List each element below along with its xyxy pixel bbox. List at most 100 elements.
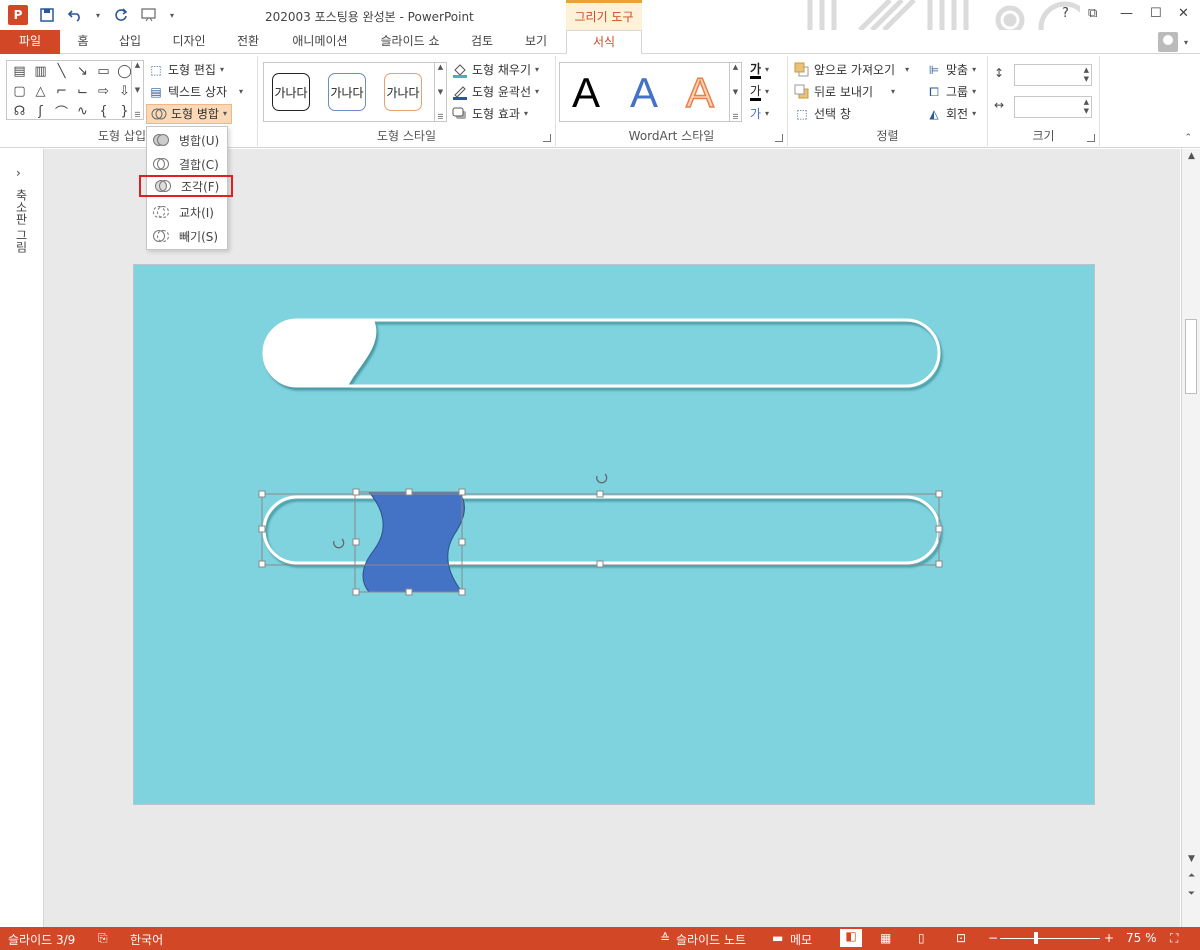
avatar[interactable]	[1157, 32, 1178, 52]
zoom-in-icon[interactable]: +	[1104, 931, 1114, 945]
scribble-shape-icon[interactable]: ʃ	[30, 101, 51, 121]
gallery-up-icon[interactable]: ▲	[438, 63, 443, 71]
tab-home[interactable]: 홈	[68, 30, 98, 54]
tab-insert[interactable]: 삽입	[110, 30, 150, 54]
shape-styles-scroll[interactable]: ▲ ▼ ☰	[434, 63, 446, 121]
notes-icon[interactable]: ≙	[660, 931, 670, 945]
account-dropdown-icon[interactable]: ▾	[1184, 38, 1188, 47]
save-icon[interactable]	[38, 6, 56, 24]
ribbon-display-options-button[interactable]: ⧉	[1088, 6, 1097, 21]
user-account[interactable]: ▾	[1157, 32, 1188, 52]
notes-button[interactable]: 슬라이드 노트	[676, 931, 746, 948]
slide[interactable]	[133, 264, 1095, 805]
zoom-slider-track[interactable]	[1000, 938, 1100, 939]
tab-view[interactable]: 보기	[516, 30, 556, 54]
elbow-arrow-shape-icon[interactable]: ⌙	[72, 81, 93, 101]
shape-style-1[interactable]: 가나다	[272, 73, 310, 111]
freeform-shape-icon[interactable]: ☊	[9, 101, 30, 121]
bring-forward-button[interactable]: 앞으로 가져오기 ▾	[794, 60, 909, 80]
left-brace-shape-icon[interactable]: {	[93, 101, 114, 121]
rectangle-shape-icon[interactable]: ▭	[93, 61, 114, 81]
gallery-up-icon[interactable]: ▲	[135, 61, 140, 69]
shape-effects-button[interactable]: 도형 효과 ▾	[452, 104, 528, 124]
arc-shape-icon[interactable]: ⌒	[51, 101, 72, 121]
comments-icon[interactable]: ▬	[772, 931, 783, 945]
maximize-button[interactable]: ☐	[1150, 6, 1162, 21]
gallery-down-icon[interactable]: ▼	[135, 86, 140, 94]
shape-style-2[interactable]: 가나다	[328, 73, 366, 111]
vertical-scrollbar[interactable]: ▲ ▼ ⏶ ⏷	[1181, 149, 1200, 927]
scroll-down-icon[interactable]: ▼	[1185, 854, 1198, 864]
wordart-style-black[interactable]: A	[572, 69, 600, 117]
gallery-more-icon[interactable]: ☰	[437, 113, 443, 121]
bottom-pill-shape[interactable]	[262, 495, 941, 565]
shape-styles-gallery[interactable]: 가나다 가나다 가나다 ▲ ▼ ☰	[263, 62, 447, 122]
gallery-down-icon[interactable]: ▼	[733, 88, 738, 96]
shape-style-3[interactable]: 가나다	[384, 73, 422, 111]
shape-width-input[interactable]: ▲ ▼	[1014, 96, 1092, 118]
zoom-slider-thumb[interactable]	[1034, 932, 1038, 944]
size-launcher-icon[interactable]	[1087, 134, 1095, 142]
elbow-connector-shape-icon[interactable]: ⌐	[51, 81, 72, 101]
reading-view-icon[interactable]: ▯	[918, 931, 925, 945]
curve-shape-icon[interactable]: ∿	[72, 101, 93, 121]
shape-fill-button[interactable]: 도형 채우기 ▾	[452, 60, 539, 80]
scroll-thumb[interactable]	[1185, 319, 1197, 394]
pill-selection-handles[interactable]	[258, 490, 943, 568]
text-effects-button[interactable]: 가 ▾	[750, 104, 769, 124]
align-button[interactable]: ⊫ 맞춤 ▾	[926, 60, 976, 80]
shape-height-input[interactable]: ▲ ▼	[1014, 64, 1092, 86]
selection-pane-button[interactable]: ⬚ 선택 창	[794, 104, 851, 124]
comments-button[interactable]: 메모	[790, 931, 812, 948]
wordart-gallery-scroll[interactable]: ▲ ▼ ☰	[729, 63, 741, 121]
wordart-style-blue[interactable]: A	[630, 69, 658, 117]
tab-slideshow[interactable]: 슬라이드 쇼	[372, 30, 448, 54]
gallery-up-icon[interactable]: ▲	[733, 63, 738, 71]
rotate-button[interactable]: ◭ 회전 ▾	[926, 104, 976, 124]
tab-file[interactable]: 파일	[0, 30, 60, 54]
shape-outline-button[interactable]: 도형 윤곽선 ▾	[452, 82, 539, 102]
wordart-gallery[interactable]: A A A ▲ ▼ ☰	[559, 62, 742, 122]
scroll-up-icon[interactable]: ▲	[1185, 151, 1198, 161]
zoom-out-icon[interactable]: −	[988, 931, 998, 945]
gallery-more-icon[interactable]: ☰	[732, 113, 738, 121]
merge-menu-item-fragment[interactable]: 조각(F)	[139, 175, 233, 197]
close-button[interactable]: ✕	[1178, 6, 1189, 21]
normal-view-icon[interactable]: ◧	[840, 929, 862, 947]
language-indicator[interactable]: 한국어	[130, 931, 163, 948]
height-spin-icon[interactable]: ▲ ▼	[1084, 66, 1089, 84]
tab-format[interactable]: 서식	[566, 30, 642, 55]
textbox-shape-icon[interactable]: ▤	[9, 61, 30, 81]
merge-shapes-button[interactable]: 도형 병합 ▾	[146, 104, 232, 124]
top-pill-shape[interactable]	[262, 318, 941, 388]
tab-design[interactable]: 디자인	[164, 30, 214, 54]
text-outline-button[interactable]: 가 ▾	[750, 82, 769, 102]
minimize-button[interactable]: —	[1120, 6, 1133, 21]
merge-menu-item-subtract[interactable]: 빼기(S)	[147, 225, 227, 247]
gallery-more-icon[interactable]: ☰	[134, 111, 140, 119]
merge-menu-item-union[interactable]: 병합(U)	[147, 129, 227, 151]
thumbnails-label[interactable]: 축소판 그림	[13, 189, 30, 253]
wordart-launcher-icon[interactable]	[775, 134, 783, 142]
customize-qat-icon[interactable]: ▾	[168, 6, 176, 24]
line-shape-icon[interactable]: ╲	[51, 61, 72, 81]
group-button[interactable]: ⧠ 그룹 ▾	[926, 82, 976, 102]
tab-transitions[interactable]: 전환	[228, 30, 268, 54]
edit-shape-button[interactable]: ⬚ 도형 편집 ▾	[148, 60, 224, 80]
shapes-gallery-scroll[interactable]: ▲ ▼ ☰	[131, 61, 143, 119]
expand-thumbnails-icon[interactable]: ›	[16, 166, 21, 180]
shapes-gallery[interactable]: ▤ ▥ ╲ ↘ ▭ ◯ ▢ △ ⌐ ⌙ ⇨ ⇩ ☊ ʃ ⌒ ∿ { } ▲ ▼ …	[6, 60, 144, 121]
zoom-level[interactable]: 75 %	[1126, 931, 1157, 945]
slide-sorter-icon[interactable]: ▦	[880, 931, 891, 945]
merge-menu-item-combine[interactable]: 결합(C)	[147, 153, 227, 175]
text-fill-button[interactable]: 가 ▾	[750, 60, 769, 80]
tab-review[interactable]: 검토	[462, 30, 502, 54]
undo-dropdown-icon[interactable]: ▾	[94, 6, 102, 24]
tab-animations[interactable]: 애니메이션	[282, 30, 358, 54]
merge-menu-item-intersect[interactable]: 교차(I)	[147, 201, 227, 223]
right-arrow-shape-icon[interactable]: ⇨	[93, 81, 114, 101]
rotate-handle-icon[interactable]	[333, 473, 608, 549]
wave-shape[interactable]	[362, 491, 465, 593]
thumbnail-pane-collapsed[interactable]: › 축소판 그림	[0, 149, 44, 927]
rounded-rectangle-shape-icon[interactable]: ▢	[9, 81, 30, 101]
